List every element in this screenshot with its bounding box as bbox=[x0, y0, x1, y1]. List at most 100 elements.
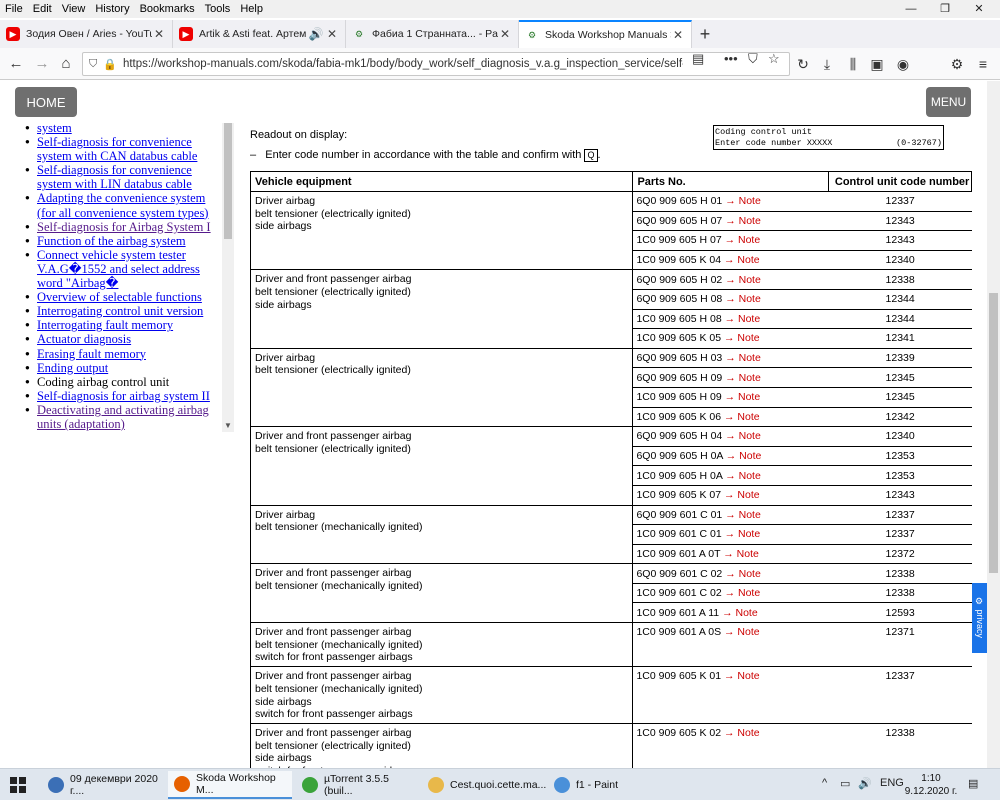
tab-youtube-artik[interactable]: ▶ Artik & Asti feat. Артем Кач 🔊 ✕ bbox=[173, 20, 346, 48]
sidebar-toggle-icon[interactable]: ▣ bbox=[866, 52, 888, 76]
reload-icon[interactable]: ↻ bbox=[792, 52, 814, 76]
bookmark-star-icon[interactable]: ☆ bbox=[768, 51, 780, 67]
note-link[interactable]: → Note bbox=[724, 727, 760, 739]
chevron-down-icon[interactable]: ▼ bbox=[222, 420, 234, 432]
sidebar-item-label[interactable]: Deactivating and activating airbag units… bbox=[37, 403, 209, 431]
task-item-firefox[interactable]: Skoda Workshop M... bbox=[168, 771, 292, 799]
menu-help[interactable]: Help bbox=[235, 3, 268, 15]
note-link[interactable]: → Note bbox=[725, 372, 761, 384]
restore-icon[interactable]: ❐ bbox=[928, 0, 962, 18]
note-link[interactable]: → Note bbox=[725, 274, 761, 286]
sidebar-item-label[interactable]: Self-diagnosis for convenience system wi… bbox=[37, 163, 192, 191]
sidebar-item-label[interactable]: Ending output bbox=[37, 361, 108, 375]
note-link[interactable]: → Note bbox=[725, 528, 761, 540]
network-icon[interactable]: ▭ bbox=[840, 777, 850, 790]
sidebar-item[interactable]: Interrogating control unit version bbox=[25, 304, 215, 318]
note-link[interactable]: → Note bbox=[722, 607, 758, 619]
note-link[interactable]: → Note bbox=[725, 352, 761, 364]
sidebar-item[interactable]: Self-diagnosis for convenience system wi… bbox=[25, 163, 215, 191]
menu-button[interactable]: MENU bbox=[926, 87, 971, 117]
address-bar[interactable]: ⛉ 🔒 https://workshop-manuals.com/skoda/f… bbox=[82, 52, 790, 76]
volume-icon[interactable]: 🔊 bbox=[858, 777, 872, 790]
close-tab-icon[interactable]: ✕ bbox=[498, 27, 512, 41]
new-tab-icon[interactable]: + bbox=[692, 20, 718, 48]
forward-icon[interactable]: → bbox=[30, 52, 54, 76]
window-close-icon[interactable]: ✕ bbox=[962, 0, 996, 18]
note-link[interactable]: → Note bbox=[725, 568, 761, 580]
extension-icon[interactable]: ⚙ bbox=[946, 52, 968, 76]
page-actions-icon[interactable]: ••• bbox=[724, 51, 738, 66]
task-item-calendar[interactable]: 09 декември 2020 г.... bbox=[42, 771, 166, 799]
tab-skoda-manuals[interactable]: ⚙ Skoda Workshop Manuals > Fa ✕ bbox=[519, 20, 692, 48]
note-link[interactable]: → Note bbox=[724, 411, 760, 423]
note-link[interactable]: → Note bbox=[724, 489, 760, 501]
close-tab-icon[interactable]: ✕ bbox=[152, 27, 166, 41]
tab-fabia-forum[interactable]: ⚙ Фабиа 1 Странната... - Page 6 ✕ bbox=[346, 20, 519, 48]
hamburger-menu-icon[interactable]: ≡ bbox=[972, 52, 994, 76]
page-scroll-thumb[interactable] bbox=[989, 293, 998, 573]
note-link[interactable]: → Note bbox=[725, 215, 761, 227]
sidebar-item[interactable]: system bbox=[25, 123, 215, 135]
note-link[interactable]: → Note bbox=[725, 391, 761, 403]
language-indicator[interactable]: ENG bbox=[880, 777, 904, 789]
sidebar-item-label[interactable]: system bbox=[37, 123, 72, 135]
privacy-button[interactable]: ⚙ privacy bbox=[972, 583, 988, 653]
note-link[interactable]: → Note bbox=[724, 332, 760, 344]
sidebar-item-label[interactable]: Self-diagnosis for convenience system wi… bbox=[37, 135, 197, 163]
sidebar-item-label[interactable]: Adapting the convenience system (for all… bbox=[37, 191, 208, 219]
note-link[interactable]: → Note bbox=[725, 313, 761, 325]
url-text[interactable]: https://workshop-manuals.com/skoda/fabia… bbox=[123, 58, 683, 70]
sidebar-item[interactable]: Erasing fault memory bbox=[25, 347, 215, 361]
sidebar-item[interactable]: Ending output bbox=[25, 361, 215, 375]
sidebar-item-label[interactable]: Connect vehicle system tester V.A.G�1552… bbox=[37, 248, 200, 290]
sidebar-item-label[interactable]: Interrogating control unit version bbox=[37, 304, 203, 318]
sidebar-item-label[interactable]: Interrogating fault memory bbox=[37, 318, 173, 332]
sidebar-item[interactable]: Self-diagnosis for airbag system II bbox=[25, 389, 215, 403]
note-link[interactable]: → Note bbox=[726, 450, 762, 462]
sidebar-item[interactable]: Function of the airbag system bbox=[25, 234, 215, 248]
sidebar-item[interactable]: Adapting the convenience system (for all… bbox=[25, 191, 215, 219]
sidebar-item[interactable]: Connect vehicle system tester V.A.G�1552… bbox=[25, 248, 215, 290]
home-icon[interactable]: ⌂ bbox=[54, 52, 78, 76]
sidebar-item[interactable]: Self-diagnosis for convenience system wi… bbox=[25, 135, 215, 163]
show-hidden-icons-icon[interactable]: ^ bbox=[822, 777, 827, 789]
menu-file[interactable]: File bbox=[0, 3, 28, 15]
sidebar-item[interactable]: Deactivating and activating airbag units… bbox=[25, 403, 215, 431]
task-item-folder[interactable]: Cest.quoi.cette.ma... bbox=[422, 771, 546, 799]
note-link[interactable]: → Note bbox=[725, 293, 761, 305]
speaker-icon[interactable]: 🔊 bbox=[307, 27, 325, 41]
sidebar-item[interactable]: Interrogating fault memory bbox=[25, 318, 215, 332]
close-tab-icon[interactable]: ✕ bbox=[325, 27, 339, 41]
menu-edit[interactable]: Edit bbox=[28, 3, 57, 15]
menu-tools[interactable]: Tools bbox=[200, 3, 236, 15]
note-link[interactable]: → Note bbox=[724, 670, 760, 682]
sidebar-item-label[interactable]: Self-diagnosis for Airbag System I bbox=[37, 220, 211, 234]
task-item-paint[interactable]: f1 - Paint bbox=[548, 771, 672, 799]
note-link[interactable]: → Note bbox=[725, 234, 761, 246]
menu-history[interactable]: History bbox=[90, 3, 134, 15]
clock[interactable]: 1:10 9.12.2020 г. bbox=[904, 772, 958, 798]
note-link[interactable]: → Note bbox=[725, 430, 761, 442]
pocket-icon[interactable]: ⛉ bbox=[748, 51, 758, 67]
note-link[interactable]: → Note bbox=[725, 587, 761, 599]
sidebar-item-label[interactable]: Function of the airbag system bbox=[37, 234, 186, 248]
sidebar-item[interactable]: Self-diagnosis for Airbag System I bbox=[25, 220, 215, 234]
notifications-icon[interactable]: ▤ bbox=[968, 777, 978, 790]
home-button[interactable]: HOME bbox=[15, 87, 77, 117]
note-link[interactable]: → Note bbox=[725, 509, 761, 521]
note-link[interactable]: → Note bbox=[725, 470, 761, 482]
sidebar-item[interactable]: Overview of selectable functions bbox=[25, 290, 215, 304]
tab-youtube-aries[interactable]: ▶ Зодия Овен / Aries - YouTube ✕ bbox=[0, 20, 173, 48]
account-icon[interactable]: ◉ bbox=[892, 52, 914, 76]
menu-view[interactable]: View bbox=[57, 3, 91, 15]
sidebar-scroll-thumb[interactable] bbox=[224, 123, 232, 239]
menu-bookmarks[interactable]: Bookmarks bbox=[135, 3, 200, 15]
back-icon[interactable]: ← bbox=[4, 52, 28, 76]
windows-start-icon[interactable] bbox=[10, 777, 26, 793]
sidebar-item-label[interactable]: Actuator diagnosis bbox=[37, 332, 131, 346]
sidebar-scrollbar[interactable]: ▼ bbox=[222, 123, 234, 432]
shield-icon[interactable]: ⛉ bbox=[89, 58, 97, 71]
close-tab-icon[interactable]: ✕ bbox=[671, 28, 685, 42]
download-icon[interactable]: ⤓ bbox=[816, 52, 838, 76]
sidebar-item[interactable]: Actuator diagnosis bbox=[25, 332, 215, 346]
